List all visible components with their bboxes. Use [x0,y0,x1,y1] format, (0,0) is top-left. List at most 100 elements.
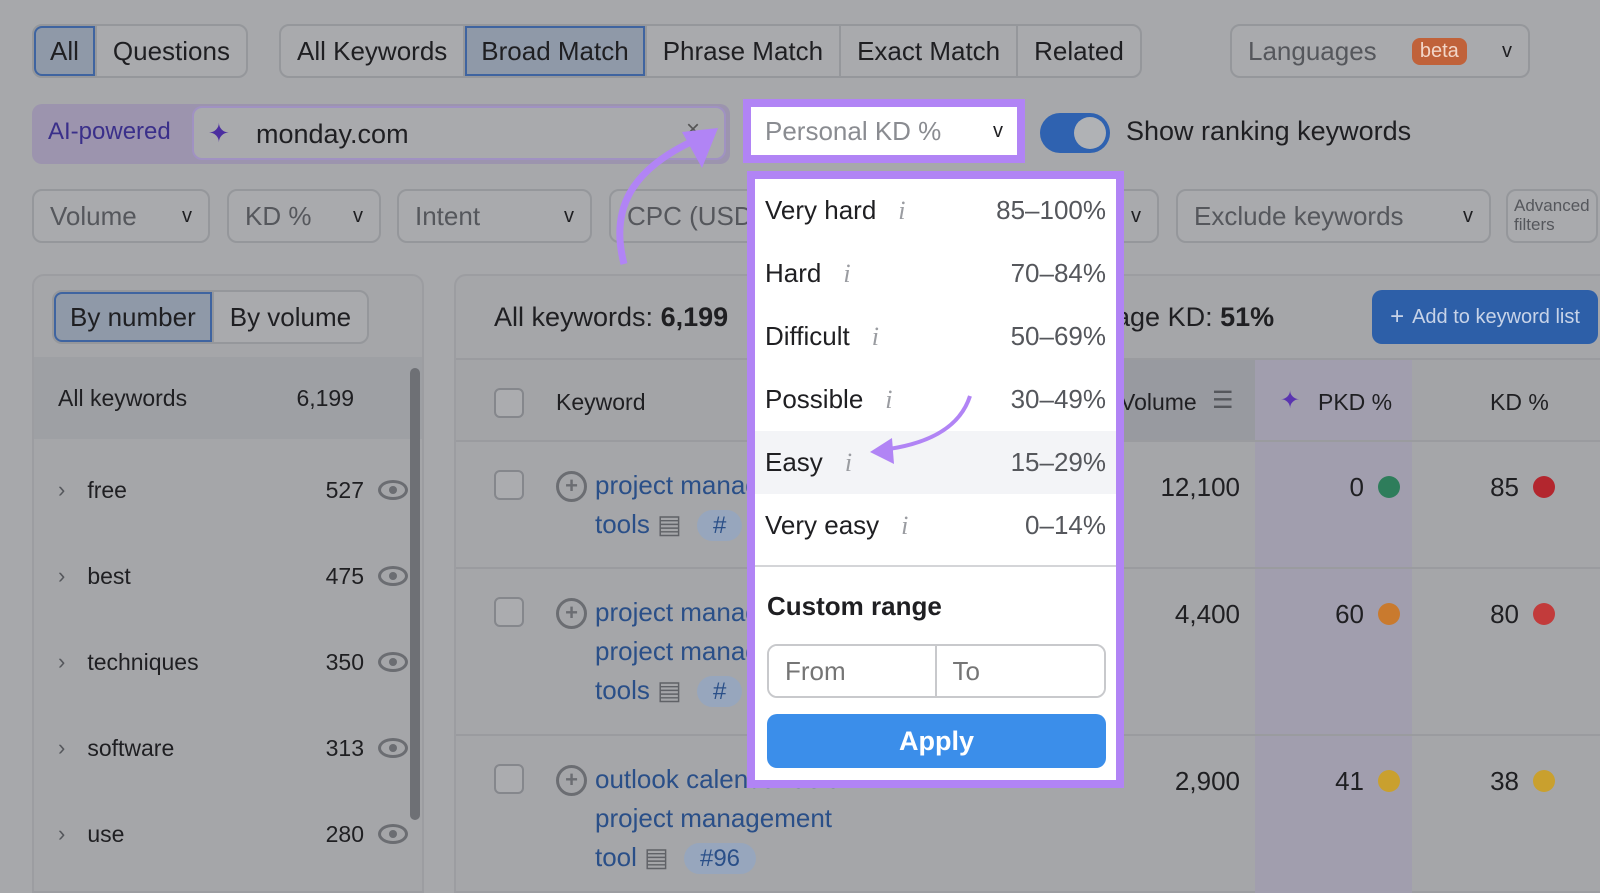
all-keywords-summary: All keywords: 6,199 [494,302,728,333]
tab-all[interactable]: All [34,26,97,76]
group-count: 475 [325,562,364,589]
serp-icon[interactable]: ▤ [657,509,682,539]
filter-advanced[interactable]: Advanced filters [1506,189,1598,243]
tab-all-keywords[interactable]: All Keywords [281,26,466,76]
info-icon[interactable]: i [898,196,905,226]
menu-item-very-easy[interactable]: Very easy i 0–14% [755,494,1116,557]
chevron-right-icon: › [58,821,66,846]
chevron-right-icon: › [58,563,66,588]
sidebar-group[interactable]: › techniques 350 [58,642,408,682]
domain-value: monday.com [256,119,409,149]
tab-exact-match[interactable]: Exact Match [841,26,1019,76]
from-input[interactable] [769,646,937,696]
sparkle-icon: ✦ [1280,387,1301,414]
volume-cell: 12,100 [1160,472,1240,502]
apply-button[interactable]: Apply [767,714,1106,768]
kd-value: 38 [1490,766,1519,796]
eye-icon[interactable] [378,480,408,500]
personal-kd-label: Personal KD % [765,115,942,146]
tab-questions[interactable]: Questions [97,26,246,76]
all-keywords-label: All keywords [58,385,188,411]
select-all-checkbox[interactable] [494,388,524,418]
to-input[interactable] [936,646,1104,696]
pkd-value: 0 [1349,472,1364,502]
info-icon[interactable]: i [845,448,852,478]
eye-icon[interactable] [378,652,408,672]
add-label: Add to keyword list [1412,305,1580,328]
filter-exclude[interactable]: Exclude keywords v [1176,189,1491,243]
row-checkbox[interactable] [494,597,524,627]
annotation-arrow [616,128,718,265]
kd-header[interactable]: KD % [1490,389,1549,416]
item-label: Very easy [765,510,880,540]
add-keyword-icon[interactable]: + [556,598,587,629]
summary-label: All keywords: [494,302,654,332]
group-label: free [87,476,127,503]
filter-intent[interactable]: Intent v [397,189,592,243]
pkd-value: 60 [1335,599,1364,629]
chevron-down-icon: v [1463,204,1473,227]
chevron-right-icon: › [58,649,66,674]
pkd-header[interactable]: PKD % [1318,389,1392,416]
add-keyword-icon[interactable]: + [556,471,587,502]
sidebar-group[interactable]: › software 313 [58,728,408,768]
group-count: 313 [325,734,364,761]
difficulty-dot [1378,603,1400,625]
group-label: software [87,734,175,761]
sidebar-scrollbar[interactable] [410,368,420,820]
by-volume-button[interactable]: By volume [214,292,367,342]
filter-volume[interactable]: Volume v [32,189,210,243]
sidebar-toggle: By number By volume [52,290,370,344]
keyword-header[interactable]: Keyword [556,389,645,416]
filter-label: Exclude keywords [1194,200,1404,231]
position-badge: #96 [683,843,757,874]
menu-item-very-hard[interactable]: Very hard i 85–100% [755,179,1116,242]
keyword-line: tools [595,509,650,539]
volume-cell: 2,900 [1174,766,1240,796]
item-label: Very hard [765,195,877,225]
eye-icon[interactable] [378,824,408,844]
info-icon[interactable]: i [872,322,879,352]
by-number-button[interactable]: By number [54,292,214,342]
group-count: 527 [325,476,364,503]
plus-icon: + [1390,303,1405,330]
row-checkbox[interactable] [494,470,524,500]
add-to-keyword-list-button[interactable]: + Add to keyword list [1372,290,1598,344]
ranking-toggle[interactable] [1040,113,1110,153]
volume-header[interactable]: Volume [1120,389,1197,416]
filter-label: Intent [415,200,481,231]
serp-icon[interactable]: ▤ [644,842,669,872]
add-keyword-icon[interactable]: + [556,765,587,796]
serp-icon[interactable]: ▤ [657,675,682,705]
sidebar-group[interactable]: › use 280 [58,814,408,854]
difficulty-dot [1533,770,1555,792]
pkd-cell: 41 [1270,766,1400,797]
kd-cell: 80 [1420,599,1555,630]
eye-icon[interactable] [378,738,408,758]
difficulty-dot [1533,603,1555,625]
info-icon[interactable]: i [843,259,850,289]
eye-icon[interactable] [378,566,408,586]
tab-related[interactable]: Related [1018,26,1140,76]
tab-broad-match[interactable]: Broad Match [465,26,647,76]
sort-icon[interactable]: ☰ [1212,386,1234,415]
chevron-down-icon: v [1502,39,1512,62]
type-tabs: All Questions [32,24,248,78]
tab-phrase-match[interactable]: Phrase Match [647,26,842,76]
info-icon[interactable]: i [901,511,908,541]
chevron-right-icon: › [58,477,66,502]
languages-dropdown[interactable]: Languages beta v [1230,24,1530,78]
menu-item-hard[interactable]: Hard i 70–84% [755,242,1116,305]
sidebar-group[interactable]: › free 527 [58,470,408,510]
row-checkbox[interactable] [494,764,524,794]
menu-item-difficult[interactable]: Difficult i 50–69% [755,305,1116,368]
chevron-down-icon: v [182,204,192,227]
filter-kd[interactable]: KD % v [227,189,381,243]
item-label: Possible [765,384,864,414]
item-range: 85–100% [996,195,1106,225]
personal-kd-dropdown[interactable]: Personal KD % v [743,99,1025,163]
group-count: 350 [325,648,364,675]
pkd-menu: Very hard i 85–100% Hard i 70–84% Difficult i 50… [747,171,1124,788]
item-range: 50–69% [1010,321,1106,351]
sidebar-group[interactable]: › best 475 [58,556,408,596]
